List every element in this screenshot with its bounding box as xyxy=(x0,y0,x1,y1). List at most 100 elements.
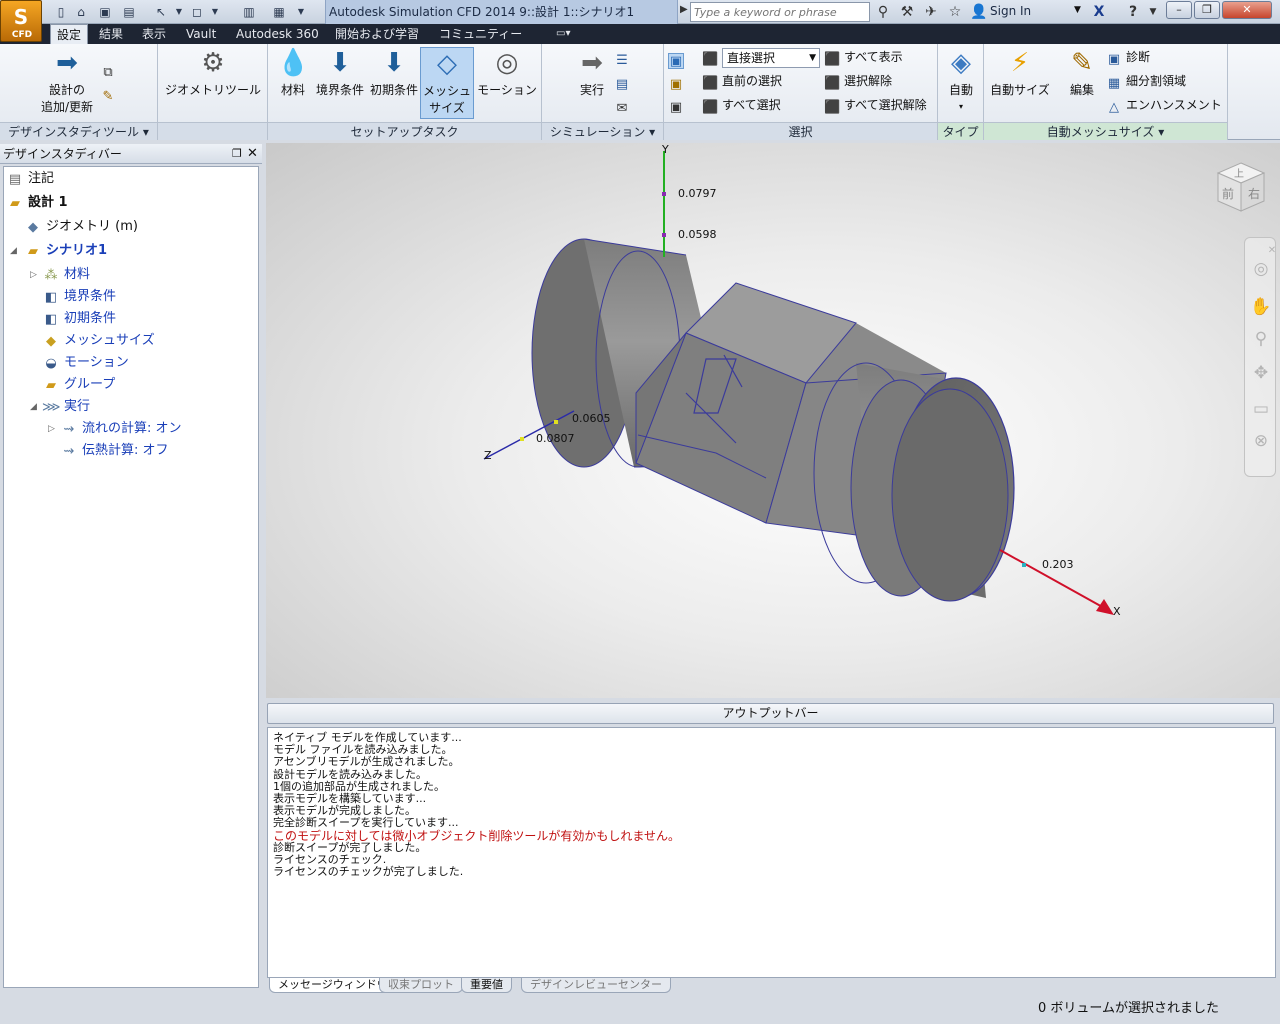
tab-results[interactable]: 結果 xyxy=(93,24,129,44)
select-dropdown-icon[interactable]: ▼ xyxy=(170,3,188,21)
select-tool-icon[interactable]: ↖ xyxy=(152,3,170,21)
initial-conditions-button[interactable]: ⬇ 初期条件 xyxy=(368,47,420,98)
viewcube-top-face[interactable]: 上 xyxy=(1234,165,1244,180)
sign-in-dropdown-icon[interactable]: ▼ xyxy=(1074,5,1081,15)
layout-icon[interactable]: ▦ xyxy=(270,3,288,21)
help-dropdown-icon[interactable]: ▼ xyxy=(1144,3,1162,21)
expand-materials-icon[interactable]: ▷ xyxy=(30,264,37,286)
tree-item-geometry[interactable]: ◆ ジオメトリ (m) xyxy=(24,216,138,238)
edit-mesh-button[interactable]: ✎ 編集 xyxy=(1060,47,1104,98)
collapse-run-icon[interactable]: ◢ xyxy=(30,396,37,418)
job-list-icon[interactable]: ☰ xyxy=(614,48,634,68)
look-at-icon[interactable]: ▭ xyxy=(1250,398,1272,420)
collapse-scenario-icon[interactable]: ◢ xyxy=(10,240,17,262)
restore-pane-icon[interactable]: ❐ xyxy=(232,144,242,164)
tree-item-groups[interactable]: ▰ グループ xyxy=(42,374,115,396)
tree-item-motion[interactable]: ◒ モーション xyxy=(42,352,128,374)
binoculars-icon[interactable]: ⚲ xyxy=(874,3,892,21)
close-pane-icon[interactable]: ✕ xyxy=(247,144,258,164)
tab-view[interactable]: 表示 xyxy=(136,24,172,44)
tab-autodesk-360[interactable]: Autodesk 360 xyxy=(230,24,325,44)
add-update-design-button[interactable]: ➡ 設計の 追加/更新 xyxy=(30,47,104,115)
motion-button[interactable]: ◎ モーション xyxy=(476,47,538,98)
panel-icon[interactable]: ▥ xyxy=(240,3,258,21)
email-icon[interactable]: ✉ xyxy=(614,96,634,116)
panel-label-simulation[interactable]: シミュレーション ▾ xyxy=(542,122,663,140)
steering-wheel-icon[interactable]: ◎ xyxy=(1250,258,1272,280)
tree-item-materials[interactable]: ⁂ 材料 xyxy=(42,264,91,286)
edge-select-icon[interactable]: ▣ xyxy=(668,95,688,115)
tree-item-flow[interactable]: ⇝ 流れの計算: オン xyxy=(60,418,182,440)
tree-item-run[interactable]: ⋙ 実行 xyxy=(42,396,90,418)
tab-getting-started[interactable]: 開始および学習 xyxy=(329,24,425,44)
select-all-button[interactable]: ⬛ すべて選択 xyxy=(702,95,781,115)
close-button[interactable]: ✕ xyxy=(1222,1,1272,19)
boundary-conditions-button[interactable]: ⬇ 境界条件 xyxy=(314,47,366,98)
deselect-all-button[interactable]: ⬛ すべて選択解除 xyxy=(824,95,927,115)
new-file-icon[interactable]: ▯ xyxy=(52,3,70,21)
view-dropdown-icon[interactable]: ▼ xyxy=(206,3,224,21)
previous-selection-button[interactable]: ⬛ 直前の選択 xyxy=(702,71,782,91)
help-icon[interactable]: ? xyxy=(1124,3,1142,21)
ribbon-minimize-icon[interactable]: ▭▾ xyxy=(550,24,576,44)
tab-setup[interactable]: 設定 xyxy=(50,24,89,44)
show-all-button[interactable]: ⬛ すべて表示 xyxy=(824,47,903,67)
exchange-x-icon[interactable]: X xyxy=(1090,3,1108,21)
mesh-size-button[interactable]: ◇ メッシュ サイズ xyxy=(420,47,474,119)
subscription-icon[interactable]: ✈ xyxy=(922,3,940,21)
graphics-viewport[interactable]: Y X Z 0.0797 0.0598 0.0605 0.0807 0.203 … xyxy=(266,143,1280,698)
deselect-button[interactable]: ⬛ 選択解除 xyxy=(824,71,892,91)
favorites-star-icon[interactable]: ☆ xyxy=(946,3,964,21)
rewind-icon[interactable]: ⊗ xyxy=(1250,430,1272,452)
tab-convergence-plot[interactable]: 収束プロット xyxy=(379,978,463,993)
restore-button[interactable]: ❐ xyxy=(1194,1,1220,19)
monitor-icon[interactable]: ▤ xyxy=(614,72,634,92)
surface-select-icon[interactable]: ▣ xyxy=(668,72,688,92)
pan-hand-icon[interactable]: ✋ xyxy=(1250,296,1272,318)
expand-flow-icon[interactable]: ▷ xyxy=(48,418,55,440)
diagnose-button[interactable]: ▣ 診断 xyxy=(1106,47,1150,67)
clone-design-icon[interactable]: ⧉ xyxy=(100,60,120,80)
tab-critical-values[interactable]: 重要値 xyxy=(461,978,512,993)
panel-label-design-study-tools[interactable]: デザインスタディツール ▾ xyxy=(0,122,157,140)
autosize-button[interactable]: ⚡ 自動サイズ xyxy=(988,47,1052,98)
volume-select-icon[interactable]: ▣ xyxy=(668,49,688,69)
layout-dropdown-icon[interactable]: ▼ xyxy=(292,3,310,21)
view-cube[interactable]: 上 前 右 xyxy=(1210,155,1272,217)
minimize-button[interactable]: – xyxy=(1166,1,1192,19)
search-expand-icon[interactable]: ▶ xyxy=(680,4,688,15)
tree-item-mesh-size[interactable]: ◆ メッシュサイズ xyxy=(42,330,155,352)
auto-type-button[interactable]: ◈ 自動 ▾ xyxy=(942,47,980,112)
viewcube-right-face[interactable]: 右 xyxy=(1248,185,1260,202)
open-folder-icon[interactable]: ⌂ xyxy=(72,3,90,21)
search-input[interactable] xyxy=(690,2,870,22)
output-bar-header[interactable]: アウトプットバー xyxy=(267,703,1274,724)
save-as-icon[interactable]: ▤ xyxy=(120,3,138,21)
refinement-region-button[interactable]: ▦ 細分割領域 xyxy=(1106,71,1186,91)
tree-item-design[interactable]: ▰ 設計 1 xyxy=(6,192,68,214)
wrench-icon[interactable]: ⚒ xyxy=(898,3,916,21)
sign-in-link[interactable]: Sign In xyxy=(990,4,1031,18)
orbit-icon[interactable]: ✥ xyxy=(1250,362,1272,384)
panel-label-auto-mesh-size[interactable]: 自動メッシュサイズ ▾ xyxy=(984,122,1227,140)
selection-mode-dropdown[interactable]: 直接選択 ▼ xyxy=(722,48,820,68)
save-icon[interactable]: ▣ xyxy=(96,3,114,21)
tree-item-notes[interactable]: ▤ 注記 xyxy=(6,168,54,190)
viewcube-front-face[interactable]: 前 xyxy=(1222,185,1234,202)
tab-vault[interactable]: Vault xyxy=(180,24,222,44)
tab-message-window[interactable]: メッセージウィンドウ xyxy=(269,978,397,993)
zoom-icon[interactable]: ⚲ xyxy=(1250,328,1272,350)
tab-community[interactable]: コミュニティー xyxy=(433,24,528,44)
run-simulation-button[interactable]: ➡ 実行 xyxy=(572,47,612,98)
tree-item-boundary-conditions[interactable]: ◧ 境界条件 xyxy=(42,286,116,308)
geometry-tools-button[interactable]: ⚙ ジオメトリツール xyxy=(162,47,264,98)
materials-button[interactable]: 💧 材料 xyxy=(274,47,312,98)
app-menu-button[interactable]: S CFD xyxy=(0,0,42,42)
design-notes-icon[interactable]: ✎ xyxy=(100,84,120,104)
enhancement-button[interactable]: △ エンハンスメント xyxy=(1106,95,1222,115)
tree-item-initial-conditions[interactable]: ◧ 初期条件 xyxy=(42,308,116,330)
tree-item-scenario[interactable]: ▰ シナリオ1 xyxy=(24,240,107,262)
tab-design-review-center[interactable]: デザインレビューセンター xyxy=(521,978,671,993)
view-cube-icon[interactable]: ◻ xyxy=(188,3,206,21)
tree-item-heat-transfer[interactable]: ⇝ 伝熱計算: オフ xyxy=(60,440,169,462)
